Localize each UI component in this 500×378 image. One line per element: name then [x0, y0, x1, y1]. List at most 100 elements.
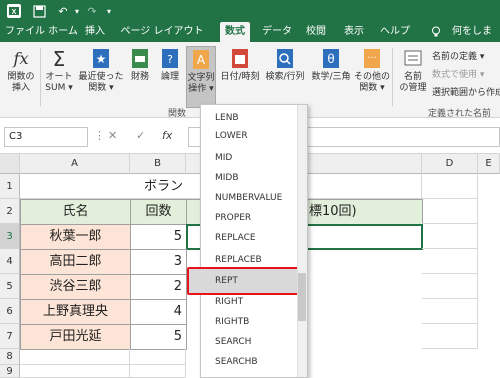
ribbon-tabs: ファイル ホーム 挿入 ページ レイアウト 数式 データ 校閲 表示 ヘルプ 何…: [0, 22, 500, 57]
autosum-label: オート SUM ▾: [45, 72, 73, 93]
tab-page-layout[interactable]: ページ レイアウト: [112, 22, 212, 42]
tab-data[interactable]: データ: [262, 22, 292, 42]
column-header[interactable]: B: [130, 154, 186, 174]
svg-text:A: A: [197, 53, 206, 67]
count-cell[interactable]: 3: [130, 249, 187, 275]
name-manager-button[interactable]: 名前 の管理: [396, 46, 430, 108]
name-cell[interactable]: 上野真理央: [20, 299, 131, 325]
row-header[interactable]: 1: [0, 174, 20, 199]
svg-text:?: ?: [167, 53, 173, 66]
column-header[interactable]: E: [478, 154, 500, 174]
row-header[interactable]: 8: [0, 349, 20, 365]
math-button[interactable]: θ 数学/三角: [308, 46, 354, 108]
header-cell-count[interactable]: 回数: [130, 199, 187, 225]
save-icon[interactable]: [30, 2, 48, 20]
empty-cell[interactable]: [20, 349, 130, 365]
name-box[interactable]: C3: [4, 127, 88, 147]
text-functions-button[interactable]: A 文字列 操作 ▾: [186, 46, 216, 108]
column-header[interactable]: A: [20, 154, 130, 174]
empty-cell[interactable]: [422, 224, 478, 249]
row-header[interactable]: 5: [0, 274, 20, 299]
empty-cell[interactable]: [422, 274, 478, 299]
more-functions-label: その他の 関数 ▾: [354, 72, 391, 93]
row-header[interactable]: 3: [0, 224, 20, 249]
tab-formulas[interactable]: 数式: [220, 22, 250, 42]
excel-logo-icon: X: [4, 2, 24, 20]
name-cell[interactable]: 渋谷三郎: [20, 274, 131, 300]
count-cell[interactable]: 5: [130, 324, 187, 350]
name-cell[interactable]: 高田二郎: [20, 249, 131, 275]
fx-icon[interactable]: fx: [162, 129, 172, 142]
count-cell[interactable]: 5: [130, 224, 187, 250]
datetime-button[interactable]: 日付/時刻: [218, 46, 262, 108]
tab-home[interactable]: ホーム: [48, 22, 78, 42]
tell-me-box[interactable]: 何をします: [452, 22, 500, 57]
empty-cell[interactable]: [422, 174, 478, 199]
empty-cell[interactable]: [20, 365, 130, 378]
undo-icon[interactable]: ↶: [54, 2, 72, 20]
theta-book-icon: θ: [320, 46, 342, 70]
count-cell[interactable]: 2: [130, 274, 187, 300]
count-cell[interactable]: 4: [130, 299, 187, 325]
logical-book-icon: ?: [159, 46, 181, 70]
svg-text:θ: θ: [327, 52, 334, 66]
tab-insert[interactable]: 挿入: [82, 22, 108, 42]
financial-book-icon: [129, 46, 151, 70]
row-header[interactable]: 6: [0, 299, 20, 324]
star-book-icon: ★: [90, 46, 112, 70]
row-header[interactable]: 7: [0, 324, 20, 349]
math-label: 数学/三角: [311, 72, 351, 82]
header-cell-name[interactable]: 氏名: [20, 199, 131, 225]
svg-text:X: X: [12, 9, 17, 16]
logical-button[interactable]: ? 論理: [156, 46, 184, 108]
undo-dropdown-icon[interactable]: ▾: [72, 2, 82, 20]
redo-icon[interactable]: ↷: [84, 2, 100, 20]
tab-file[interactable]: ファイル: [4, 22, 46, 42]
column-header[interactable]: D: [422, 154, 478, 174]
row-header[interactable]: 9: [0, 365, 20, 378]
datetime-label: 日付/時刻: [220, 72, 260, 82]
name-manager-label: 名前 の管理: [399, 72, 427, 93]
empty-cell[interactable]: [130, 349, 186, 365]
financial-button[interactable]: 財務: [126, 46, 154, 108]
menu-scrollbar-thumb[interactable]: [298, 273, 306, 321]
empty-cell[interactable]: [130, 365, 186, 378]
enter-icon[interactable]: ✓: [136, 129, 145, 142]
tab-view[interactable]: 表示: [340, 22, 368, 42]
lookup-book-icon: [274, 46, 296, 70]
empty-cell[interactable]: [422, 249, 478, 274]
insert-function-label: 関数の 挿入: [7, 72, 35, 93]
name-manager-icon: [402, 46, 424, 70]
calendar-icon: [229, 46, 251, 70]
cancel-icon[interactable]: ✕: [108, 129, 117, 142]
ribbon-separator: [40, 48, 41, 106]
name-cell[interactable]: 戸田光延: [20, 324, 131, 350]
financial-label: 財務: [130, 72, 149, 82]
name-cell[interactable]: 秋葉一郎: [20, 224, 131, 250]
empty-cell[interactable]: [422, 299, 478, 324]
svg-text:···: ···: [367, 53, 377, 64]
create-from-selection-button[interactable]: 選択範囲から作成: [432, 86, 500, 100]
define-name-button[interactable]: 名前の定義 ▾: [432, 50, 484, 64]
tab-help[interactable]: ヘルプ: [378, 22, 412, 42]
menu-item-searchb[interactable]: SEARCHB: [201, 349, 297, 375]
row-header[interactable]: 2: [0, 199, 20, 224]
empty-cell[interactable]: [422, 199, 478, 224]
menu-scrollbar[interactable]: [297, 105, 307, 377]
lookup-button[interactable]: 検索/行列: [262, 46, 308, 108]
select-all-corner[interactable]: [0, 154, 20, 174]
text-book-icon: A: [190, 47, 212, 71]
customize-qat-icon[interactable]: ▾: [102, 2, 116, 20]
insert-function-button[interactable]: fx 関数の 挿入: [4, 46, 38, 108]
recently-used-button[interactable]: ★ 最近使った 関数 ▾: [78, 46, 124, 108]
autosum-button[interactable]: Σ オート SUM ▾: [42, 46, 76, 108]
lookup-label: 検索/行列: [265, 72, 305, 82]
more-functions-button[interactable]: ··· その他の 関数 ▾: [354, 46, 390, 108]
sheet-title-text: ボラン: [144, 179, 184, 194]
title-bar: X ↶ ▾ ↷ ▾: [0, 0, 500, 22]
empty-cell[interactable]: [422, 324, 478, 349]
use-in-formula-button[interactable]: 数式で使用 ▾: [432, 68, 484, 82]
tab-review[interactable]: 校閲: [302, 22, 330, 42]
row-header[interactable]: 4: [0, 249, 20, 274]
lightbulb-icon[interactable]: [428, 22, 444, 42]
